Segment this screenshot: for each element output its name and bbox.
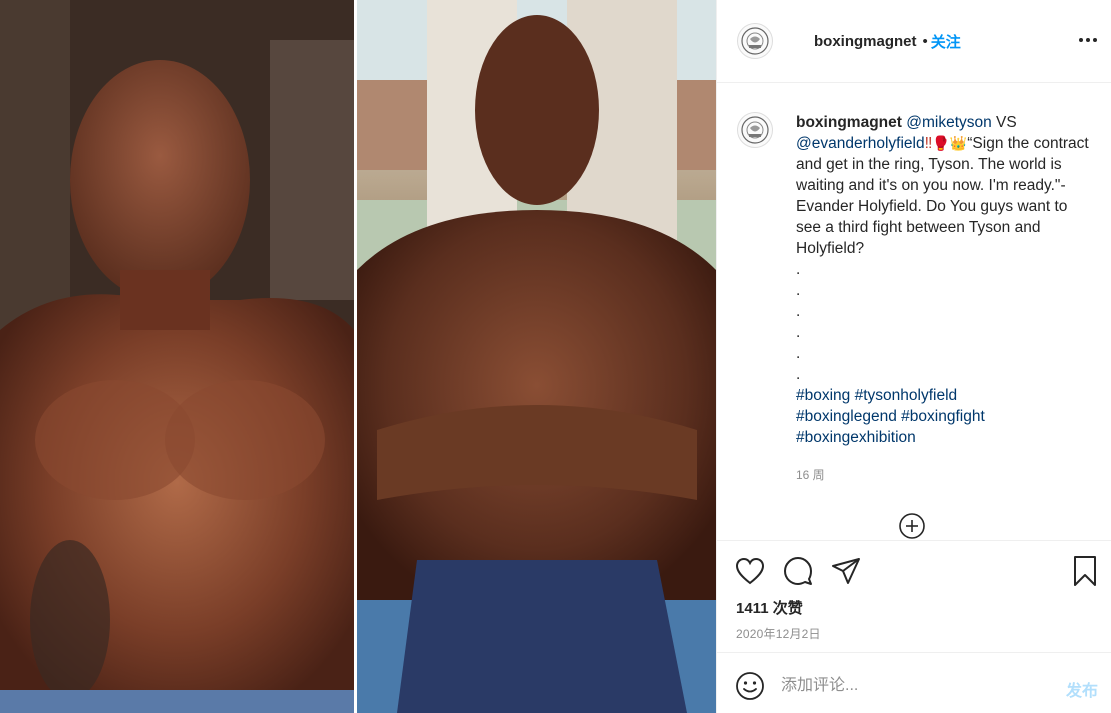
photo-tyson — [0, 0, 354, 713]
caption-username[interactable]: boxingmagnet — [796, 114, 902, 131]
caption-dot: . — [796, 303, 801, 320]
mention-miketyson[interactable]: @miketyson — [906, 114, 992, 131]
hashtag-boxing[interactable]: #boxing — [796, 387, 850, 404]
heart-icon[interactable] — [734, 555, 766, 587]
hashtags: #boxing #tysonholyfield #boxinglegend #b… — [796, 385, 1096, 448]
follow-button[interactable]: 关注 — [931, 31, 961, 52]
caption-body: “Sign the contract and get in the ring, … — [796, 135, 1089, 257]
post-panel: boxingmagnet • 关注 boxingmagnet @miketyso… — [716, 0, 1111, 713]
bookmark-icon[interactable] — [1069, 555, 1101, 587]
avatar[interactable] — [737, 23, 773, 59]
boxing-logo-icon — [741, 116, 769, 144]
hashtag-boxingfight[interactable]: #boxingfight — [901, 408, 985, 425]
hashtag-boxingexhibition[interactable]: #boxingexhibition — [796, 429, 916, 446]
hashtag-boxinglegend[interactable]: #boxinglegend — [796, 408, 897, 425]
caption-dot: . — [796, 366, 801, 383]
comments-section[interactable]: boxingmagnet @miketyson VS @evanderholyf… — [717, 84, 1111, 540]
post-header: boxingmagnet • 关注 — [717, 0, 1111, 83]
post-author-username[interactable]: boxingmagnet — [814, 33, 917, 50]
post-actions: 1411 次赞 2020年12月2日 — [717, 540, 1111, 652]
add-comment-bar: 发布 — [717, 652, 1111, 713]
boxing-glove-icon: 🥊 — [932, 135, 950, 151]
comment-input[interactable] — [781, 673, 1041, 699]
caption-dot: . — [796, 324, 801, 341]
caption-emphasis: ‼ — [924, 135, 933, 152]
caption-dot: . — [796, 345, 801, 362]
paper-plane-icon[interactable] — [830, 555, 862, 587]
photo-holyfield — [357, 0, 716, 713]
smile-icon[interactable] — [735, 671, 765, 701]
crown-icon: 👑 — [949, 135, 968, 151]
caption-avatar[interactable] — [737, 112, 773, 148]
more-horizontal-icon[interactable] — [1076, 28, 1100, 52]
comment-icon[interactable] — [782, 555, 814, 587]
caption-vs: VS — [991, 114, 1017, 131]
caption-dots: . . . . . . — [796, 259, 1096, 385]
header-separator: • — [922, 32, 928, 50]
caption-dot: . — [796, 261, 801, 278]
mention-evanderholyfield[interactable]: @evanderholyfield — [796, 135, 925, 152]
caption-text: boxingmagnet @miketyson VS @evanderholyf… — [796, 112, 1096, 448]
boxing-logo-icon — [741, 27, 769, 55]
post-comment-button[interactable]: 发布 — [1066, 677, 1098, 701]
caption-timestamp[interactable]: 16 周 — [796, 466, 825, 483]
post-date[interactable]: 2020年12月2日 — [736, 625, 821, 642]
likes-count[interactable]: 1411 次赞 — [736, 597, 803, 618]
load-more-comments-icon[interactable] — [898, 512, 926, 540]
post-media[interactable] — [0, 0, 716, 713]
caption-dot: . — [796, 282, 801, 299]
hashtag-tysonholyfield[interactable]: #tysonholyfield — [855, 387, 958, 404]
